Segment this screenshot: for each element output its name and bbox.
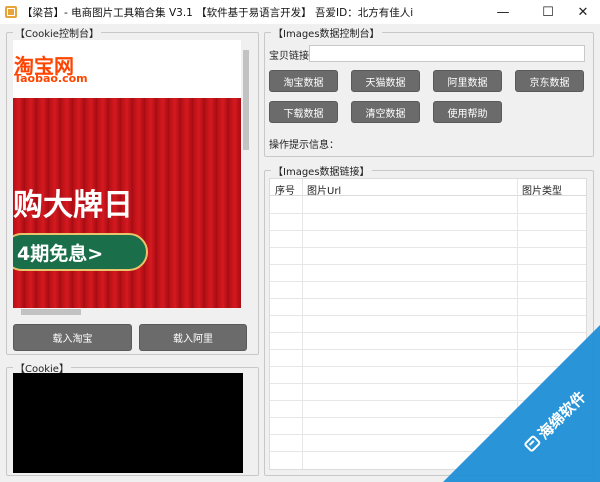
watermark-banner bbox=[443, 325, 600, 482]
sponge-logo-icon bbox=[524, 435, 541, 452]
